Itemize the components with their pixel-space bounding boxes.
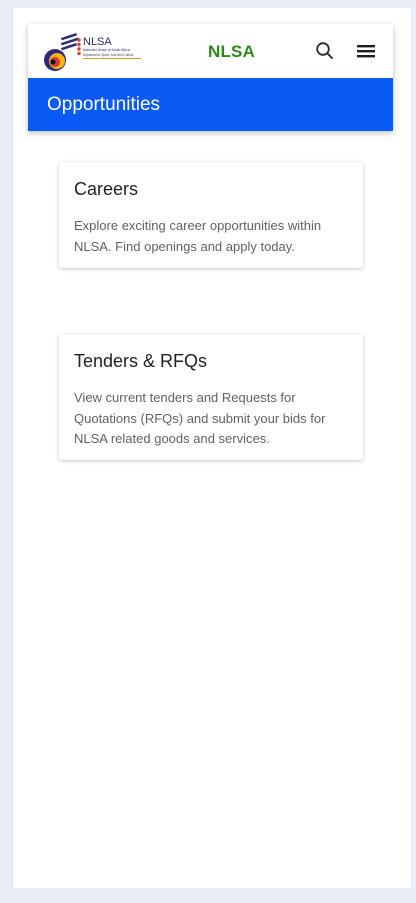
menu-button[interactable] — [354, 39, 378, 63]
card-description: Explore exciting career opportunities wi… — [74, 218, 322, 254]
logo-tagline: Department: Sport, Arts and Culture — [83, 53, 134, 57]
top-bar: NLSA National Library of South Africa De… — [28, 24, 393, 78]
brand-title: NLSA — [208, 42, 256, 61]
search-button[interactable] — [313, 39, 337, 63]
search-icon — [316, 42, 333, 59]
card-title: Careers — [74, 179, 139, 199]
careers-card[interactable]: Careers Explore exciting career opportun… — [59, 162, 363, 268]
logo-text: NLSA — [83, 36, 112, 48]
hamburger-menu-icon — [357, 45, 375, 58]
page-title: Opportunities — [47, 94, 161, 115]
nlsa-logo[interactable]: NLSA National Library of South Africa De… — [41, 33, 145, 71]
tenders-rfqs-card[interactable]: Tenders & RFQs View current tenders and … — [59, 334, 363, 460]
logo-subtext: National Library of South Africa — [83, 48, 130, 52]
app-header: NLSA National Library of South Africa De… — [28, 24, 393, 131]
card-title: Tenders & RFQs — [74, 351, 208, 371]
card-description: View current tenders and Requests for Qu… — [74, 390, 326, 446]
page-header-bar: Opportunities — [28, 78, 393, 131]
